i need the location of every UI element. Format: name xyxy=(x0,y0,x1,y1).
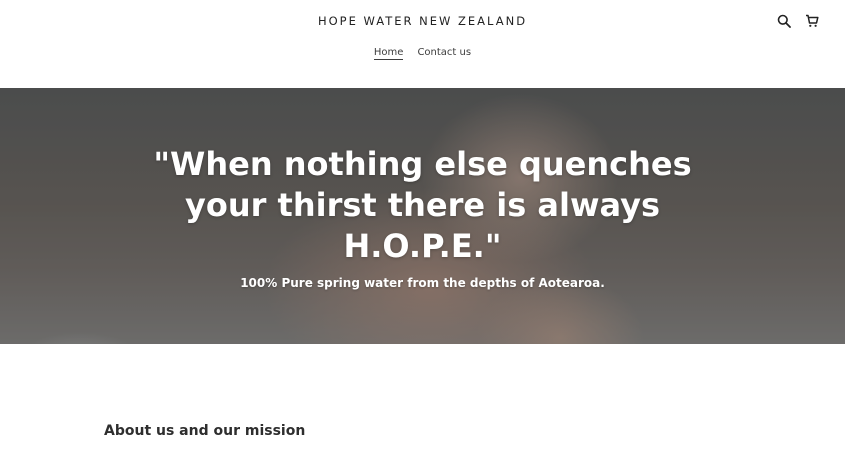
header-icons xyxy=(775,12,821,30)
about-heading: About us and our mission xyxy=(104,423,306,439)
hero-title: "When nothing else quenches your thirst … xyxy=(153,145,692,265)
nav-item-home[interactable]: Home xyxy=(373,47,404,60)
nav-item-contact-us[interactable]: Contact us xyxy=(417,47,471,60)
hero-content: "When nothing else quenches your thirst … xyxy=(0,144,845,290)
site-title-link[interactable]: HOPE WATER NEW ZEALAND xyxy=(0,14,845,28)
site-header: HOPE WATER NEW ZEALAND Home Contact us xyxy=(0,0,845,88)
cart-icon[interactable] xyxy=(803,12,821,30)
main-nav: Home Contact us xyxy=(0,47,845,60)
hero-subtitle: 100% Pure spring water from the depths o… xyxy=(240,276,605,290)
search-icon[interactable] xyxy=(775,12,793,30)
hero-banner: "When nothing else quenches your thirst … xyxy=(0,88,845,344)
